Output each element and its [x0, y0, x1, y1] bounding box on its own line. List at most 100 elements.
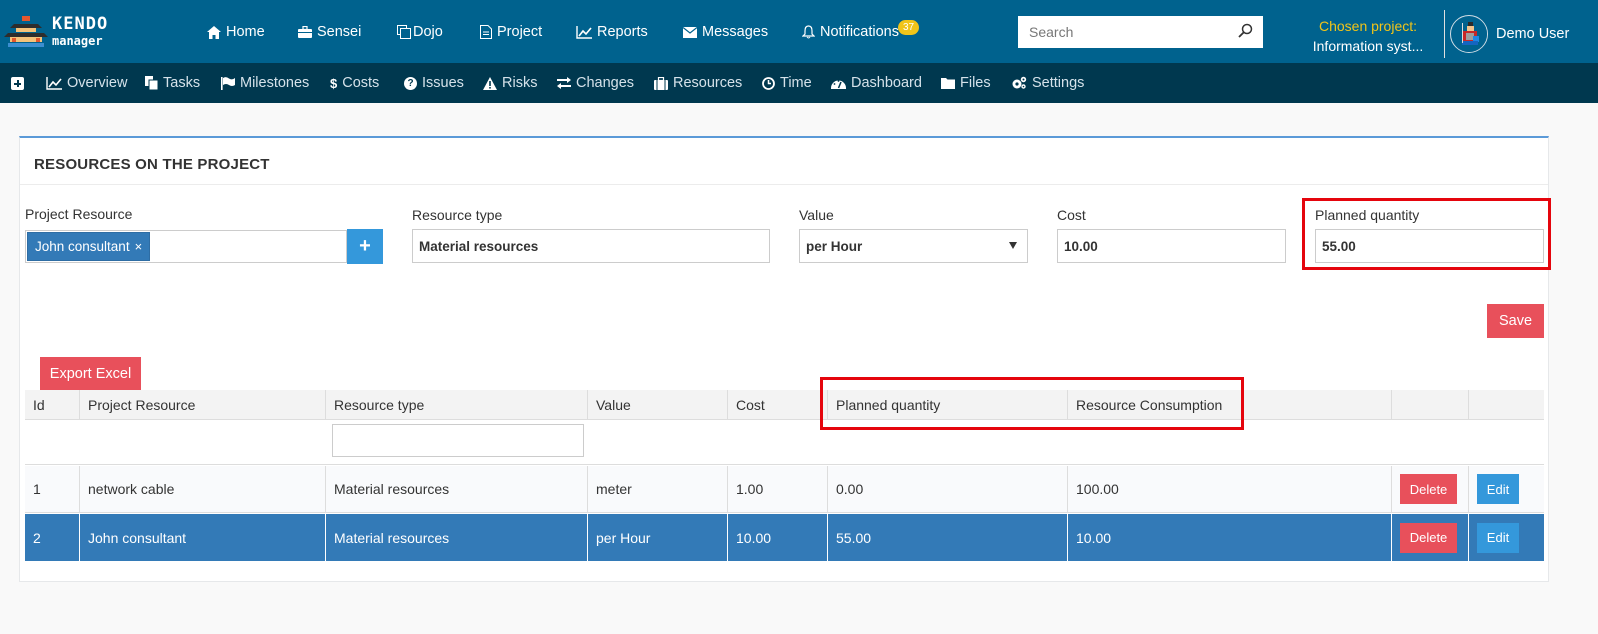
add-resource-button[interactable]: + — [347, 229, 383, 264]
panel-title: RESOURCES ON THE PROJECT — [34, 156, 270, 173]
cell-planned-quantity: 55.00 — [827, 514, 1067, 561]
temple-logo-icon — [4, 16, 48, 47]
table-filter-row — [25, 420, 1544, 465]
logo-text-kendo: KENDO — [52, 14, 109, 34]
subnav-risks[interactable]: Risks — [483, 75, 537, 91]
remove-tag-icon[interactable]: × — [135, 239, 143, 254]
nav-sensei[interactable]: Sensei — [298, 24, 361, 40]
column-header-resource-type[interactable]: Resource type — [325, 390, 587, 419]
briefcase-icon — [298, 26, 312, 38]
panel-divider — [20, 184, 1548, 185]
dollar-icon: $ — [330, 75, 338, 91]
subnav-files-label: Files — [960, 75, 991, 91]
nav-notifications[interactable]: Notifications — [802, 24, 899, 40]
delete-button[interactable]: Delete — [1400, 522, 1457, 553]
table-row[interactable]: 1 network cable Material resources meter… — [25, 466, 1544, 513]
selected-resource-tag-label: John consultant — [35, 239, 130, 254]
column-header-value[interactable]: Value — [587, 390, 727, 419]
line-chart-icon — [576, 25, 592, 39]
subnav-settings-label: Settings — [1032, 75, 1085, 91]
cell-cost: 1.00 — [727, 466, 827, 512]
chosen-project-label: Chosen project: — [1318, 18, 1418, 34]
cell-resource-consumption: 100.00 — [1067, 466, 1391, 512]
subnav-overview[interactable]: Overview — [46, 75, 127, 91]
subnav-files[interactable]: Files — [941, 75, 991, 91]
nav-dojo[interactable]: Dojo — [397, 24, 443, 40]
search-icon[interactable] — [1237, 23, 1253, 39]
value-select[interactable]: per Hour — [799, 229, 1028, 263]
subnav-tasks[interactable]: Tasks — [145, 75, 200, 91]
value-selected: per Hour — [806, 238, 863, 254]
nav-messages[interactable]: Messages — [683, 24, 768, 40]
exchange-icon — [557, 77, 571, 89]
column-header-edit — [1468, 390, 1544, 419]
subnav-time[interactable]: Time — [762, 75, 812, 91]
subnav-issues[interactable]: ? Issues — [404, 75, 464, 91]
home-icon — [207, 25, 221, 39]
dashboard-icon — [831, 79, 846, 89]
edit-button[interactable]: Edit — [1477, 474, 1519, 504]
export-excel-button[interactable]: Export Excel — [40, 357, 141, 390]
subnav-issues-label: Issues — [422, 75, 464, 91]
kendo-manager-logo[interactable]: KENDO manager — [4, 12, 124, 54]
user-name[interactable]: Demo User — [1496, 26, 1569, 42]
subnav-overview-label: Overview — [67, 75, 128, 91]
project-subnav: Overview Tasks Milestones $ Costs ? Issu… — [0, 63, 1598, 103]
copy-icon — [397, 25, 411, 39]
add-plus-icon[interactable] — [11, 77, 24, 90]
nav-home[interactable]: Home — [207, 24, 265, 40]
line-chart-icon — [46, 76, 62, 90]
cell-planned-quantity: 0.00 — [827, 466, 1067, 512]
project-resource-multiselect[interactable]: John consultant × — [25, 230, 347, 263]
subnav-milestones[interactable]: Milestones — [221, 75, 309, 91]
edit-button[interactable]: Edit — [1477, 522, 1519, 553]
resource-type-filter-input[interactable] — [332, 424, 584, 457]
selected-resource-tag: John consultant × — [27, 232, 151, 261]
cell-id: 1 — [33, 481, 41, 497]
subnav-dashboard-label: Dashboard — [851, 75, 922, 91]
save-button[interactable]: Save — [1487, 304, 1544, 338]
nav-reports[interactable]: Reports — [576, 24, 648, 40]
cell-cost: 10.00 — [727, 514, 827, 561]
chosen-project[interactable]: Chosen project: Information syst... — [1298, 16, 1438, 56]
cost-field[interactable]: 10.00 — [1057, 229, 1286, 263]
subnav-resources[interactable]: Resources — [654, 75, 742, 91]
subnav-time-label: Time — [780, 75, 812, 91]
delete-button[interactable]: Delete — [1400, 474, 1457, 504]
resource-type-label: Resource type — [412, 207, 503, 223]
nav-project[interactable]: Project — [480, 24, 542, 40]
user-avatar[interactable] — [1450, 15, 1488, 53]
bell-icon — [802, 25, 815, 39]
cell-delete: Delete — [1391, 466, 1468, 512]
resources-panel: RESOURCES ON THE PROJECT Project Resourc… — [19, 136, 1551, 582]
nav-notifications-label: Notifications — [820, 24, 899, 40]
subnav-dashboard[interactable]: Dashboard — [831, 75, 922, 91]
search-input[interactable] — [1018, 16, 1228, 48]
clock-icon — [762, 76, 775, 90]
nav-project-label: Project — [497, 24, 543, 40]
logo-text-manager: manager — [52, 34, 103, 48]
nav-sensei-label: Sensei — [317, 24, 362, 40]
nav-messages-label: Messages — [702, 24, 769, 40]
flag-icon — [221, 76, 235, 90]
cell-id: 2 — [33, 529, 41, 546]
table-header-row: Id Project Resource Resource type Value … — [25, 390, 1544, 420]
column-header-project-resource[interactable]: Project Resource — [79, 390, 325, 419]
resource-type-field[interactable]: Material resources — [412, 229, 770, 263]
warning-icon — [483, 76, 497, 90]
column-header-delete — [1391, 390, 1468, 419]
subnav-costs[interactable]: $ Costs — [330, 75, 379, 91]
cell-project-resource: network cable — [79, 466, 325, 512]
table-row-selected[interactable]: 2 John consultant Material resources per… — [25, 514, 1544, 561]
subnav-settings[interactable]: Settings — [1011, 75, 1084, 91]
planned-quantity-field[interactable]: 55.00 — [1315, 229, 1544, 263]
question-circle-icon: ? — [404, 76, 417, 90]
subnav-tasks-label: Tasks — [163, 75, 201, 91]
cell-edit: Edit — [1468, 466, 1544, 512]
subnav-changes[interactable]: Changes — [557, 75, 634, 91]
nav-dojo-label: Dojo — [413, 24, 443, 40]
column-header-cost[interactable]: Cost — [727, 390, 827, 419]
subnav-costs-label: Costs — [342, 75, 380, 91]
column-header-id[interactable]: Id — [25, 390, 79, 419]
files-icon — [145, 76, 158, 90]
